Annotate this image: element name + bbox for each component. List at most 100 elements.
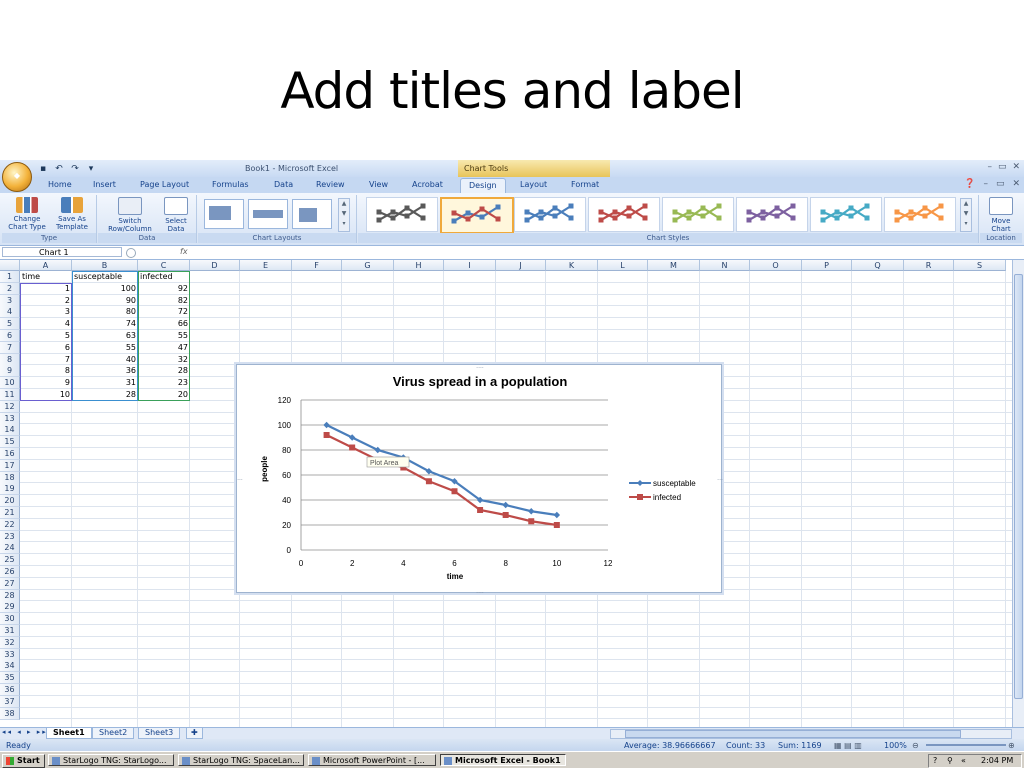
row-header[interactable]: 32 xyxy=(0,636,20,649)
tray-help-icon[interactable]: ? xyxy=(933,755,937,767)
column-header[interactable]: D xyxy=(190,260,240,271)
zoom-slider[interactable] xyxy=(926,744,1006,746)
resize-handle[interactable]: ···· xyxy=(476,590,484,594)
data-point-infected[interactable] xyxy=(528,518,535,525)
line-chart[interactable]: Virus spread in a population020406080100… xyxy=(237,365,723,594)
row-header[interactable]: 38 xyxy=(0,707,20,720)
tab-insert[interactable]: Insert xyxy=(93,180,116,189)
data-point-infected[interactable] xyxy=(451,488,458,495)
move-chart-button[interactable]: Move Chart xyxy=(984,197,1018,233)
start-button[interactable]: Start xyxy=(2,754,45,768)
chart-layout-3[interactable] xyxy=(292,199,332,229)
row-header[interactable]: 10 xyxy=(0,377,20,390)
tab-acrobat[interactable]: Acrobat xyxy=(412,180,443,189)
select-all-corner[interactable] xyxy=(0,260,20,271)
row-header[interactable]: 20 xyxy=(0,495,20,508)
tab-view[interactable]: View xyxy=(369,180,388,189)
insert-function-button[interactable]: fx xyxy=(180,247,188,256)
task-starlogo-1[interactable]: StarLogo TNG: StarLogo... xyxy=(48,754,174,766)
chart-object[interactable]: Virus spread in a population 0 20 40 60 80 100… xyxy=(236,364,723,594)
row-header[interactable]: 2 xyxy=(0,282,20,295)
tab-review[interactable]: Review xyxy=(316,180,345,189)
tray-network-icon[interactable]: ⚲ xyxy=(947,755,953,767)
series-line-susceptable[interactable] xyxy=(326,424,557,517)
task-powerpoint[interactable]: Microsoft PowerPoint - [... xyxy=(308,754,436,766)
column-header[interactable]: C xyxy=(138,260,190,271)
task-starlogo-2[interactable]: StarLogo TNG: SpaceLan... xyxy=(178,754,304,766)
row-header[interactable]: 31 xyxy=(0,625,20,637)
column-header[interactable]: H xyxy=(394,260,444,271)
zoom-out-icon[interactable]: ⊖ xyxy=(912,741,919,750)
close-button[interactable]: ✕ xyxy=(1012,162,1020,172)
customize-qat-icon[interactable]: ▾ xyxy=(86,164,96,174)
data-point-infected[interactable] xyxy=(323,432,330,438)
row-header[interactable]: 7 xyxy=(0,341,20,354)
row-header[interactable]: 26 xyxy=(0,566,20,578)
chart-style-6[interactable] xyxy=(736,197,808,232)
ribbon-restore-button[interactable]: ▭ xyxy=(996,179,1005,189)
vertical-scroll-thumb[interactable] xyxy=(1014,274,1023,699)
chart-style-3[interactable] xyxy=(514,197,586,232)
sheet-tab-sheet3[interactable]: Sheet3 xyxy=(138,728,181,739)
row-header[interactable]: 33 xyxy=(0,648,20,661)
row-header[interactable]: 28 xyxy=(0,589,20,602)
row-header[interactable]: 4 xyxy=(0,306,20,319)
resize-handle[interactable]: ···· xyxy=(476,365,484,372)
row-header[interactable]: 13 xyxy=(0,412,20,425)
horizontal-scrollbar[interactable] xyxy=(610,729,1012,739)
row-header[interactable]: 16 xyxy=(0,448,20,460)
office-button[interactable]: ◆ xyxy=(2,162,32,192)
data-point-infected[interactable] xyxy=(349,444,356,451)
column-header[interactable]: B xyxy=(72,260,138,271)
row-header[interactable]: 24 xyxy=(0,542,20,555)
tab-home[interactable]: Home xyxy=(48,180,72,189)
undo-icon[interactable]: ↶ xyxy=(54,164,64,174)
tab-formulas[interactable]: Formulas xyxy=(212,180,249,189)
tab-page-layout[interactable]: Page Layout xyxy=(140,180,189,189)
row-header[interactable]: 11 xyxy=(0,389,20,401)
formula-cancel-icon[interactable] xyxy=(126,248,136,258)
insert-sheet-icon[interactable]: ✚ xyxy=(186,728,203,739)
row-header[interactable]: 22 xyxy=(0,518,20,531)
name-box[interactable]: Chart 1 xyxy=(2,247,122,257)
row-header[interactable]: 14 xyxy=(0,424,20,437)
row-header[interactable]: 5 xyxy=(0,318,20,331)
row-header[interactable]: 12 xyxy=(0,400,20,413)
task-excel[interactable]: Microsoft Excel - Book1 xyxy=(440,754,566,766)
restore-button[interactable]: ▭ xyxy=(998,162,1007,172)
row-header[interactable]: 19 xyxy=(0,483,20,496)
zoom-level[interactable]: 100% xyxy=(884,741,907,750)
row-header[interactable]: 15 xyxy=(0,436,20,449)
vertical-scrollbar[interactable] xyxy=(1012,260,1024,727)
series-line-infected[interactable] xyxy=(326,434,557,527)
resize-handle[interactable]: ···· xyxy=(237,477,243,484)
data-point-susceptable[interactable] xyxy=(502,501,509,509)
column-header[interactable]: I xyxy=(444,260,496,271)
row-header[interactable]: 25 xyxy=(0,554,20,567)
row-header[interactable]: 37 xyxy=(0,695,20,708)
chart-styles-scroll[interactable]: ▲ ▼ ▾ xyxy=(960,198,972,232)
chart-layout-2[interactable] xyxy=(248,199,288,229)
save-as-template-button[interactable]: Save As Template xyxy=(52,197,92,231)
chart-style-1[interactable] xyxy=(366,197,438,232)
row-header[interactable]: 6 xyxy=(0,330,20,342)
row-header[interactable]: 23 xyxy=(0,530,20,543)
redo-icon[interactable]: ↷ xyxy=(70,164,80,174)
switch-row-column-button[interactable]: Switch Row/Column xyxy=(102,197,158,233)
row-header[interactable]: 8 xyxy=(0,353,20,366)
column-header[interactable]: J xyxy=(496,260,546,271)
column-header[interactable]: M xyxy=(648,260,700,271)
save-icon[interactable]: ▪ xyxy=(38,164,48,174)
data-point-susceptable[interactable] xyxy=(528,508,535,515)
horizontal-scroll-thumb[interactable] xyxy=(625,730,961,738)
ribbon-minimize-button[interactable]: – xyxy=(983,179,988,189)
column-header[interactable]: N xyxy=(700,260,750,271)
row-header[interactable]: 29 xyxy=(0,601,20,614)
data-point-infected[interactable] xyxy=(502,512,509,518)
row-header[interactable]: 35 xyxy=(0,672,20,685)
column-header[interactable]: Q xyxy=(852,260,904,271)
row-header[interactable]: 17 xyxy=(0,459,20,472)
row-header[interactable]: 9 xyxy=(0,365,20,378)
header-cell[interactable]: time xyxy=(20,271,72,283)
chart-style-7[interactable] xyxy=(810,197,882,232)
